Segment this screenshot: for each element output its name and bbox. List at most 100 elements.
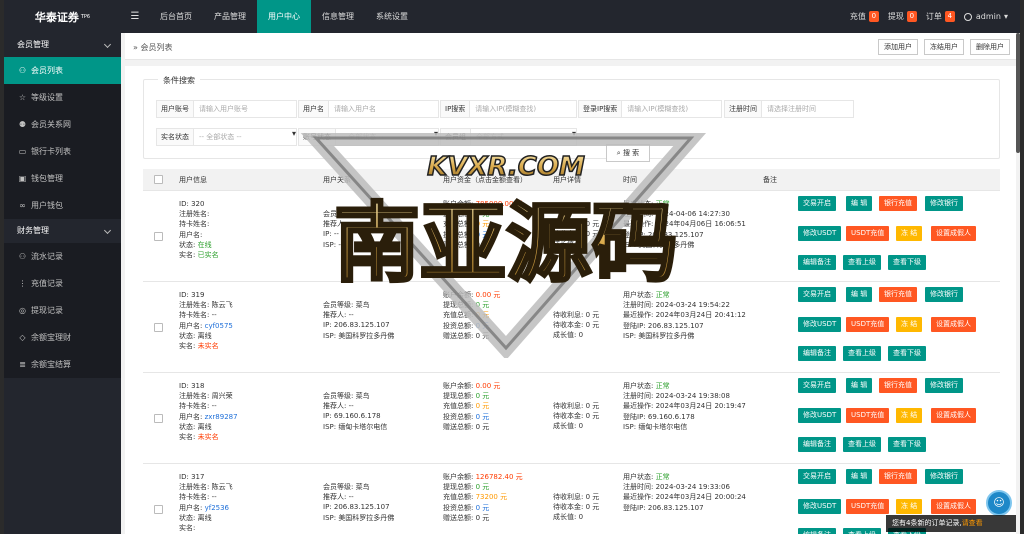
action-button[interactable]: USDT充值 [846, 408, 890, 423]
action-button[interactable]: 设置成假人 [931, 317, 976, 332]
filter-input[interactable]: 全部方式 [471, 129, 572, 145]
action-button[interactable]: 交易开启 [798, 287, 836, 302]
action-button[interactable]: 查看下级 [888, 255, 926, 270]
action-button[interactable]: 编辑备注 [798, 437, 836, 452]
filter-field[interactable]: IP搜索 请输入IP(模糊查找) [440, 100, 577, 118]
action-button[interactable]: 银行充值 [879, 287, 917, 302]
action-button[interactable]: 修改USDT [798, 226, 842, 241]
action-button[interactable]: 查看上级 [843, 528, 881, 534]
action-button[interactable]: 冻 结 [896, 226, 923, 241]
nav-item[interactable]: 信息管理 [311, 0, 365, 33]
username-link[interactable]: zxr89287 [205, 413, 238, 421]
sidebar-item[interactable]: ◎ 提现记录 [4, 297, 121, 324]
action-button[interactable]: 编辑备注 [798, 528, 836, 534]
search-button[interactable]: ⌕ 搜 索 [606, 144, 650, 162]
action-button[interactable]: 设置成假人 [931, 499, 976, 514]
action-button[interactable]: 冻 结 [896, 317, 923, 332]
nav-item[interactable]: 系统设置 [365, 0, 419, 33]
action-button[interactable]: 冻 结 [896, 499, 923, 514]
filter-field[interactable]: 用户账号 请输入用户账号 [156, 100, 297, 118]
balance-link[interactable]: 0.00 元 [476, 382, 501, 390]
action-button[interactable]: USDT充值 [846, 226, 890, 241]
filter-field[interactable]: 实名状态 -- 全部状态 -- ▾ [156, 128, 297, 146]
sidebar-item[interactable]: ⚇ 会员列表 [4, 57, 121, 84]
filter-field[interactable]: 注册时间 请选择注册时间 [724, 100, 854, 118]
action-button[interactable]: 修改USDT [798, 499, 842, 514]
row-checkbox[interactable] [154, 323, 163, 332]
username-link[interactable]: yf2536 [205, 504, 229, 512]
nav-item[interactable]: 后台首页 [149, 0, 203, 33]
action-button[interactable]: 查看上级 [843, 437, 881, 452]
filter-field[interactable]: 用户名 请输入用户名 [298, 100, 439, 118]
action-button[interactable]: 编辑备注 [798, 255, 836, 270]
sidebar-item[interactable]: ⋮ 充值记录 [4, 270, 121, 297]
sidebar-item[interactable]: ⚇ 流水记录 [4, 243, 121, 270]
select-all-checkbox[interactable] [154, 175, 163, 184]
username-link[interactable]: cyf0575 [205, 322, 233, 330]
admin-menu[interactable]: admin ▾ [963, 12, 1008, 21]
action-button[interactable]: 编 辑 [846, 469, 873, 484]
top-counter[interactable]: 订单 4 [926, 11, 955, 22]
action-button[interactable]: 编 辑 [846, 287, 873, 302]
sidebar-item[interactable]: ∞ 用户钱包 [4, 192, 121, 219]
filter-field[interactable]: 账号状态 -- 全部状态 -- ▾ [298, 128, 439, 146]
nav-item[interactable]: 用户中心 [257, 0, 311, 33]
filter-input[interactable]: 请输入用户名 [329, 101, 438, 117]
row-checkbox[interactable] [154, 414, 163, 423]
action-button[interactable]: 修改USDT [798, 408, 842, 423]
filter-input[interactable]: 请选择注册时间 [762, 101, 853, 117]
menu-icon[interactable]: ☰ [121, 0, 149, 33]
toolbar-button[interactable]: 删除用户 [970, 39, 1010, 55]
action-button[interactable]: USDT充值 [846, 317, 890, 332]
action-button[interactable]: 交易开启 [798, 469, 836, 484]
balance-link[interactable]: 126782.40 元 [476, 473, 523, 481]
notice-link[interactable]: 请查看 [962, 519, 983, 527]
order-notice[interactable]: 您有4条新的订单记录,请查看 [886, 515, 1016, 532]
toolbar-button[interactable]: 添加用户 [878, 39, 918, 55]
balance-link[interactable]: 0.00 元 [476, 291, 501, 299]
filter-input[interactable]: 请输入IP(模糊查找) [470, 101, 576, 117]
sidebar-group[interactable]: 会员管理 [4, 33, 121, 57]
action-button[interactable]: 银行充值 [879, 378, 917, 393]
top-counter[interactable]: 提现 0 [888, 11, 917, 22]
action-button[interactable]: 银行充值 [879, 469, 917, 484]
top-counter[interactable]: 充值 0 [850, 11, 879, 22]
sidebar-item[interactable]: ⚉ 会员关系网 [4, 111, 121, 138]
action-button[interactable]: 编 辑 [846, 196, 873, 211]
balance-link[interactable]: 785000.00 元 [476, 200, 523, 208]
sidebar-item[interactable]: ▭ 银行卡列表 [4, 138, 121, 165]
scrollbar[interactable] [1016, 33, 1020, 153]
action-button[interactable]: 查看上级 [843, 255, 881, 270]
filter-input[interactable]: -- 全部状态 -- [194, 129, 292, 145]
filter-field[interactable]: 会员组 全部方式 ▾ [440, 128, 577, 146]
sidebar-item[interactable]: ☆ 等级设置 [4, 84, 121, 111]
action-button[interactable]: 修改银行 [925, 469, 963, 484]
action-button[interactable]: 查看上级 [843, 346, 881, 361]
nav-item[interactable]: 产品管理 [203, 0, 257, 33]
action-button[interactable]: USDT充值 [846, 499, 890, 514]
action-button[interactable]: 修改银行 [925, 287, 963, 302]
action-button[interactable]: 编辑备注 [798, 346, 836, 361]
action-button[interactable]: 银行充值 [879, 196, 917, 211]
action-button[interactable]: 修改银行 [925, 196, 963, 211]
filter-input[interactable]: -- 全部状态 -- [336, 129, 434, 145]
action-button[interactable]: 修改银行 [925, 378, 963, 393]
action-button[interactable]: 设置成假人 [931, 226, 976, 241]
filter-input[interactable]: 请输入用户账号 [194, 101, 296, 117]
sidebar-group[interactable]: 财务管理 [4, 219, 121, 243]
action-button[interactable]: 查看下级 [888, 346, 926, 361]
row-checkbox[interactable] [154, 232, 163, 241]
row-checkbox[interactable] [154, 505, 163, 514]
action-button[interactable]: 修改USDT [798, 317, 842, 332]
brand-logo[interactable]: 华泰证券 TP6 [4, 0, 121, 33]
sidebar-item[interactable]: ≣ 余额宝结算 [4, 351, 121, 378]
action-button[interactable]: 编 辑 [846, 378, 873, 393]
sidebar-item[interactable]: ▣ 钱包管理 [4, 165, 121, 192]
action-button[interactable]: 交易开启 [798, 378, 836, 393]
filter-field[interactable]: 登录IP搜索 请输入IP(模糊查找) [578, 100, 722, 118]
chat-bubble-icon[interactable]: ☺ [986, 490, 1012, 516]
action-button[interactable]: 冻 结 [896, 408, 923, 423]
toolbar-button[interactable]: 冻结用户 [924, 39, 964, 55]
action-button[interactable]: 设置成假人 [931, 408, 976, 423]
filter-input[interactable]: 请输入IP(模糊查找) [622, 101, 721, 117]
